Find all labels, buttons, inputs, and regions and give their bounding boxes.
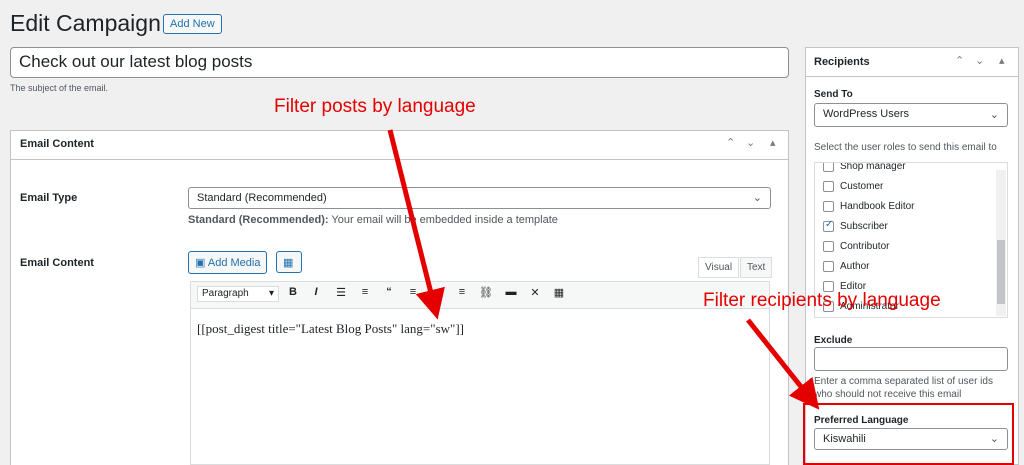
annotation-highlight-box <box>803 403 1014 465</box>
arrow-to-language-select <box>746 318 820 410</box>
arrow-to-shortcode <box>387 129 445 320</box>
annotation-arrows <box>387 129 820 410</box>
